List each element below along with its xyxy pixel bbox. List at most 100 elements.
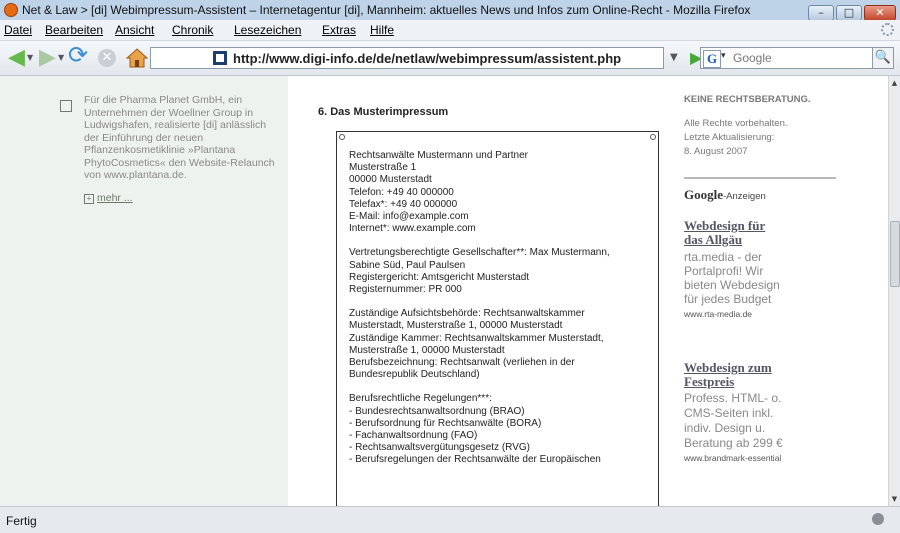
url-bar[interactable]: http://www.digi-info.de/de/netlaw/webimp… [150,47,664,69]
ad-url[interactable]: www.rta-media.de [684,309,752,319]
scroll-up-icon[interactable]: ▲ [890,78,899,88]
menu-bar: Datei Bearbeiten Ansicht Chronik Lesezei… [0,20,900,41]
engine-dropdown-icon[interactable]: ▾ [721,51,726,61]
imprint-box[interactable]: Rechtsanwälte Mustermann und Partner Mus… [336,131,659,506]
imprint-line: Sabine Süd, Paul Paulsen [349,259,466,271]
scroll-down-icon[interactable]: ▼ [890,494,899,504]
imprint-line: Telefax*: +49 40 000000 [349,198,458,210]
ad-title-link[interactable]: Webdesign zum [684,361,834,375]
teaser-line: Ludwigshafen, realisierte [di] anlässlic… [84,119,267,131]
divider [684,177,836,179]
expand-icon: + [84,194,94,204]
ad-body-line: Profess. HTML- o. [684,391,782,405]
site-favicon-icon [213,51,227,65]
imprint-text[interactable]: Rechtsanwälte Mustermann und Partner Mus… [349,150,654,467]
more-link[interactable]: + mehr ... [84,192,133,204]
project-icon [60,100,72,112]
status-bar: Fertig [0,506,900,533]
stop-icon[interactable]: ✕ [98,49,116,67]
ad-url[interactable]: www.brandmark-essential [684,453,781,463]
project-teaser: Für die Pharma Planet GmbH, ein Unterneh… [84,94,284,182]
rights-text: Alle Rechte vorbehalten. [684,118,788,129]
imprint-gap [349,381,654,393]
left-column: Für die Pharma Planet GmbH, ein Unterneh… [0,76,288,506]
back-dropdown-icon[interactable]: ▼ [27,53,33,62]
forward-dropdown-icon[interactable]: ▼ [58,53,64,62]
ad-body-line: Beratung ab 299 € [684,436,783,450]
google-logo: Google [684,187,723,202]
updated-date: 8. August 2007 [684,146,748,157]
imprint-line: Vertretungsberechtigte Gesellschafter**:… [349,247,610,259]
ad-body-line: Portalprofi! Wir [684,264,764,278]
imprint-line: Bundesrepublik Deutschland) [349,369,480,381]
vertical-scrollbar[interactable]: ▲ ▼ [888,76,900,506]
imprint-line: Musterstraße 1 [349,162,417,174]
window-title: Net & Law > [di] Webimpressum-Assistent … [22,3,751,17]
imprint-line: Berufsrechtliche Regelungen***: [349,393,492,405]
home-icon[interactable] [125,47,149,73]
search-input[interactable]: Google [733,51,772,65]
menu-datei[interactable]: Datei [4,23,32,37]
menu-lesezeichen[interactable]: Lesezeichen [234,23,301,37]
imprint-line: - Berufsregelungen der Rechtsanwälte der… [349,454,601,466]
ad-body-line: indiv. Design u. [684,421,766,435]
google-ads-label: Google-Anzeigen [684,187,766,203]
menu-bearbeiten[interactable]: Bearbeiten [45,23,103,37]
ad-title-link[interactable]: das Allgäu [684,233,834,247]
close-button[interactable]: ✕ [864,5,896,21]
ad-body-line: bieten Webdesign [684,278,780,292]
url-text: http://www.digi-info.de/de/netlaw/webimp… [233,51,622,66]
google-engine-icon[interactable]: G [703,50,721,68]
ads-suffix: -Anzeigen [723,191,766,202]
imprint-line: Rechtsanwälte Mustermann und Partner [349,150,528,161]
window-titlebar: Net & Law > [di] Webimpressum-Assistent … [0,0,900,21]
url-dropdown-icon[interactable]: ▼ [670,52,678,63]
teaser-line: Unternehmen der Woellner Group in [84,106,254,119]
imprint-line: - Berufsordnung für Rechtsanwälte (BORA) [349,417,542,429]
imprint-line: - Rechtsanwaltsvergütungsgesetz (RVG) [349,442,531,454]
status-text: Fertig [6,514,37,528]
search-bar[interactable]: G ▾ Google [700,47,886,69]
ad-title-link[interactable]: Webdesign für [684,219,834,233]
right-column: KEINE RECHTSBERATUNG. Alle Rechte vorbeh… [684,76,884,506]
minimize-button[interactable]: – [808,5,834,21]
reload-icon[interactable]: ⟳ [68,43,88,67]
corner-icon [650,134,656,140]
teaser-line: Für die Pharma Planet GmbH, ein [84,94,243,106]
section-heading: 6. Das Musterimpressum [318,106,449,118]
imprint-line: Telefon: +49 40 000000 [349,186,454,198]
disclaimer-heading: KEINE RECHTSBERATUNG. [684,94,811,105]
scroll-thumb[interactable] [890,221,900,287]
teaser-line: PhytoCosmetics« den Website-Relaunch [84,156,275,169]
forward-arrow-icon[interactable]: ▶ [39,47,56,69]
imprint-line: E-Mail: info@example.com [349,211,469,223]
imprint-line: Registergericht: Amtsgericht Musterstadt [349,271,530,283]
imprint-line: - Bundesrechtsanwaltsordnung (BRAO) [349,405,525,417]
teaser-line: Pflanzenkosmetiklinie »Plantana [84,144,236,156]
imprint-line: Berufsbezeichnung: Rechtsanwalt (verlieh… [349,357,575,369]
more-link-label[interactable]: mehr ... [97,192,133,204]
ad-body-line: für jedes Budget [684,292,772,306]
imprint-line: Musterstadt, Musterstraße 1, 00000 Muste… [349,320,563,332]
firefox-icon [4,3,18,17]
imprint-line: Zuständige Aufsichtsbehörde: Rechtsanwal… [349,308,585,320]
throbber-icon [881,23,894,36]
menu-chronik[interactable]: Chronik [172,23,213,37]
imprint-gap [349,296,654,308]
back-arrow-icon[interactable]: ◀ [8,47,25,69]
ad-body-line: rta.media - der [684,250,763,264]
status-indicator-icon[interactable] [872,513,884,525]
imprint-gap [349,235,654,247]
menu-extras[interactable]: Extras [322,23,356,37]
corner-icon [339,134,345,140]
ad-title-link[interactable]: Festpreis [684,375,834,389]
menu-ansicht[interactable]: Ansicht [115,23,154,37]
menu-hilfe[interactable]: Hilfe [370,23,394,37]
imprint-line: 00000 Musterstadt [349,174,432,186]
teaser-line: der Einführung der neuen [84,131,204,144]
imprint-line: Musterstraße 1, 00000 Musterstadt [349,344,505,356]
imprint-line: - Fachanwaltsordnung (FAO) [349,430,478,442]
search-icon[interactable]: 🔍 [872,47,894,69]
maximize-button[interactable]: □ [836,5,862,21]
imprint-line: Internet*: www.example.com [349,223,476,235]
